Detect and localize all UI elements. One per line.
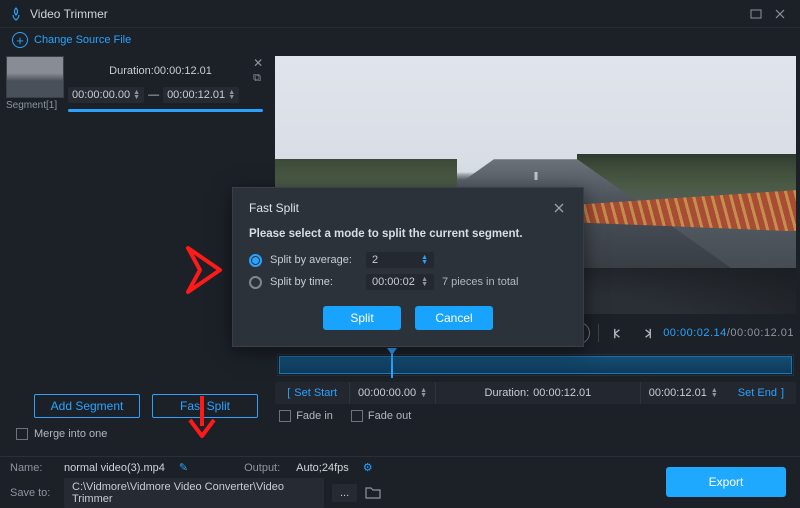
save-to-label: Save to: (10, 487, 56, 499)
save-path-field[interactable]: C:\Vidmore\Vidmore Video Converter\Video… (64, 478, 324, 508)
fade-in-label: Fade in (296, 410, 333, 422)
range-end-input[interactable]: 00:00:12.01▲▼ (640, 382, 726, 404)
segment-start-input[interactable]: 00:00:00.00 ▲▼ (68, 87, 144, 103)
open-folder-icon[interactable] (365, 485, 381, 502)
merge-label: Merge into one (34, 428, 107, 440)
split-time-radio[interactable] (249, 276, 262, 289)
playhead-icon[interactable] (391, 350, 393, 378)
split-time-trailing: 7 pieces in total (442, 276, 518, 288)
export-button[interactable]: Export (666, 467, 786, 497)
change-source-bar[interactable]: + Change Source File (0, 28, 800, 52)
app-logo-icon (8, 6, 24, 22)
file-name: normal video(3).mp4 (64, 462, 165, 474)
footer: Name: normal video(3).mp4 ✎ Output: Auto… (0, 456, 800, 508)
segment-duration: Duration:00:00:12.01 (68, 65, 253, 77)
merge-checkbox[interactable] (16, 428, 28, 440)
time-readout: 00:00:02.14/00:00:12.01 (663, 327, 794, 339)
set-end-button[interactable]: Set End ] (726, 382, 796, 404)
range-duration: Duration:00:00:12.01 (435, 382, 640, 404)
fade-in-checkbox[interactable] (279, 410, 291, 422)
segment-label: Segment[1] (6, 100, 64, 111)
output-label: Output: (244, 462, 280, 474)
remove-segment-icon[interactable]: ✕ (253, 56, 263, 70)
name-label: Name: (10, 462, 56, 474)
plus-circle-icon: + (12, 32, 28, 48)
annotation-arrow-icon (180, 240, 232, 303)
modal-close-icon[interactable] (551, 200, 567, 216)
range-dash: — (148, 89, 159, 101)
title-bar: Video Trimmer (0, 0, 800, 28)
add-segment-button[interactable]: Add Segment (34, 394, 140, 418)
spinner-icon[interactable]: ▲▼ (228, 90, 235, 100)
timeline-track[interactable] (277, 354, 794, 376)
range-bar: [ Set Start 00:00:00.00▲▼ Duration:00:00… (275, 382, 796, 404)
modal-split-button[interactable]: Split (323, 306, 401, 330)
segment-thumbnail[interactable] (6, 56, 64, 98)
split-left-icon[interactable] (607, 322, 629, 344)
change-source-label: Change Source File (34, 34, 131, 46)
split-average-label: Split by average: (270, 254, 358, 266)
spinner-icon[interactable]: ▲▼ (133, 90, 140, 100)
split-average-input[interactable]: 2 ▲▼ (366, 252, 434, 268)
split-average-radio[interactable] (249, 254, 262, 267)
range-start-input[interactable]: 00:00:00.00▲▼ (349, 382, 435, 404)
modal-title: Fast Split (249, 201, 299, 215)
output-settings-icon[interactable]: ⚙ (363, 461, 373, 474)
fade-out-label: Fade out (368, 410, 411, 422)
split-right-icon[interactable] (635, 322, 657, 344)
rename-icon[interactable]: ✎ (179, 461, 188, 474)
browse-button[interactable]: ... (332, 484, 357, 502)
segment-end-input[interactable]: 00:00:12.01 ▲▼ (163, 87, 239, 103)
modal-cancel-button[interactable]: Cancel (415, 306, 493, 330)
output-value: Auto;24fps (296, 462, 349, 474)
modal-message: Please select a mode to split the curren… (249, 228, 567, 240)
copy-segment-icon[interactable]: ⧉ (253, 72, 263, 85)
segment-mini-slider[interactable] (68, 109, 263, 112)
close-window-button[interactable] (768, 4, 792, 24)
set-start-button[interactable]: [ Set Start (275, 382, 349, 404)
split-time-input[interactable]: 00:00:02 ▲▼ (366, 274, 434, 290)
fast-split-modal: Fast Split Please select a mode to split… (232, 187, 584, 347)
segment-thumb-col: Segment[1] (6, 56, 64, 111)
app-title: Video Trimmer (30, 7, 108, 21)
fade-out-checkbox[interactable] (351, 410, 363, 422)
annotation-arrow-icon (176, 390, 228, 453)
segment-row[interactable]: Segment[1] Duration:00:00:12.01 ✕ ⧉ 00:0… (6, 56, 263, 112)
minimize-button[interactable] (744, 4, 768, 24)
split-time-label: Split by time: (270, 276, 358, 288)
